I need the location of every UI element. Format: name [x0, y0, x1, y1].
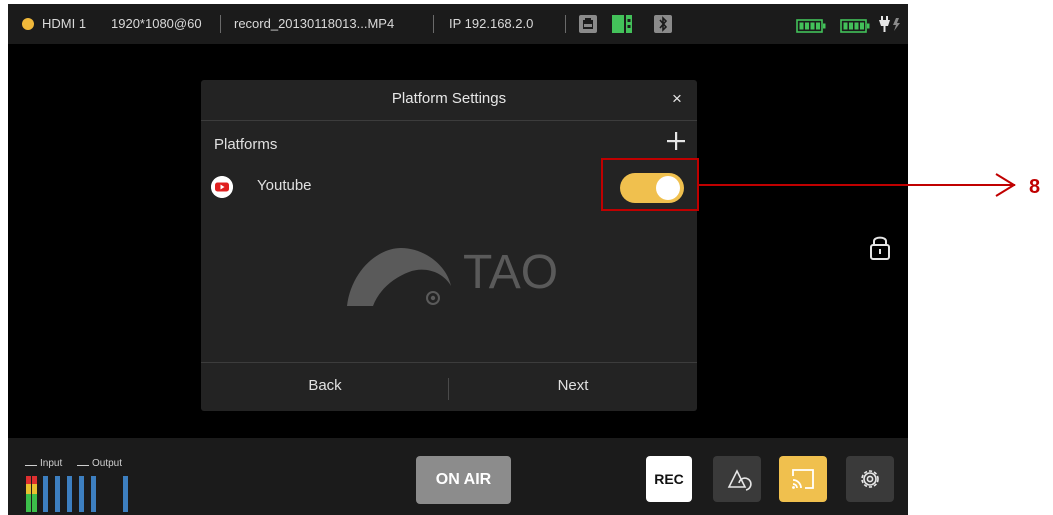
output-legend-line	[77, 465, 89, 466]
annotation-number: 8	[1029, 176, 1041, 198]
shape-icon	[727, 469, 752, 491]
input-level-meter	[26, 476, 37, 512]
network-icon	[579, 15, 597, 33]
back-button[interactable]: Back	[225, 362, 425, 410]
source-indicator-dot	[22, 18, 34, 30]
dialog-divider	[201, 120, 697, 121]
footer-separator	[448, 378, 449, 400]
status-bar: HDMI 1 1920*1080@60 record_20130118013..…	[8, 4, 908, 44]
youtube-icon	[211, 176, 233, 198]
resolution-label: 1920*1080@60	[111, 16, 202, 31]
ip-label: IP 192.168.2.0	[449, 16, 534, 31]
annotation-arrow-icon	[995, 173, 1016, 197]
device-screen: HDMI 1 1920*1080@60 record_20130118013..…	[8, 4, 908, 515]
add-icon[interactable]	[665, 130, 687, 152]
gear-icon	[861, 470, 879, 488]
tao-logo: TAO	[347, 246, 558, 306]
cast-icon	[792, 469, 814, 489]
battery-icon	[840, 19, 870, 33]
bluetooth-icon	[654, 15, 672, 33]
status-separator	[433, 15, 434, 33]
status-separator	[220, 15, 221, 33]
lock-icon[interactable]	[868, 232, 892, 262]
next-button[interactable]: Next	[473, 362, 673, 410]
output-level-meter	[123, 476, 128, 512]
platform-settings-dialog: Platform Settings × Platforms Youtube TA…	[201, 80, 697, 411]
rec-button[interactable]: REC	[646, 456, 692, 502]
sd-card-icon	[612, 15, 632, 33]
source-label: HDMI 1	[42, 16, 87, 31]
cast-button[interactable]	[779, 456, 827, 502]
settings-button[interactable]	[846, 456, 894, 502]
record-file-label: record_20130118013...MP4	[234, 16, 395, 31]
platform-name: Youtube	[257, 177, 312, 194]
shape-tool-button[interactable]	[713, 456, 761, 502]
battery-icon	[796, 19, 826, 33]
bottom-control-bar: Input Output ON AIR REC	[8, 438, 908, 515]
annotation-leader-line	[699, 184, 1015, 186]
annotation-highlight-box	[601, 158, 699, 211]
platforms-label: Platforms	[214, 136, 278, 153]
on-air-button[interactable]: ON AIR	[416, 456, 511, 504]
output-legend-label: Output	[92, 458, 123, 469]
status-separator	[565, 15, 566, 33]
logo-text: TAO	[463, 246, 558, 299]
channel-level-meters	[43, 476, 96, 512]
close-icon[interactable]: ×	[667, 88, 687, 110]
power-plug-icon	[879, 16, 900, 32]
dialog-title: Platform Settings	[391, 90, 507, 107]
input-legend-line	[25, 465, 37, 466]
input-legend-label: Input	[40, 458, 63, 469]
